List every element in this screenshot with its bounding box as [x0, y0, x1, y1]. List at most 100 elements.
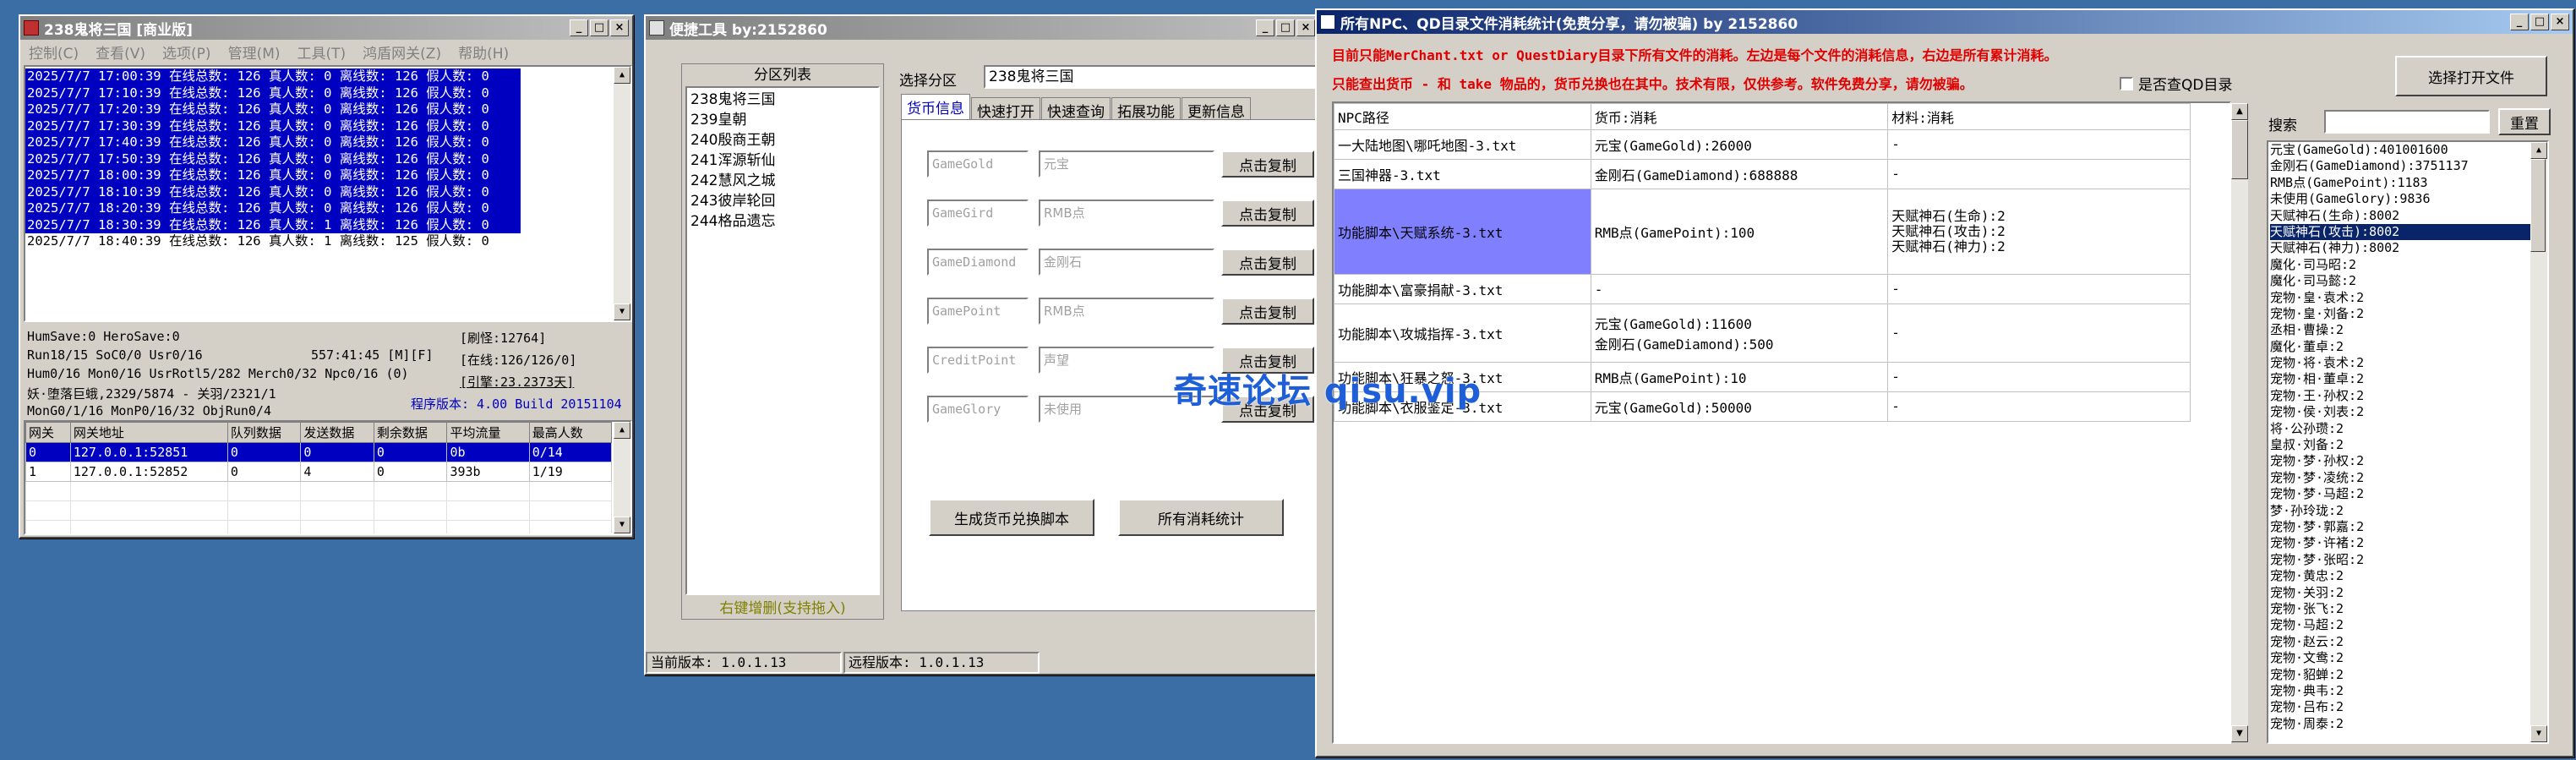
total-item[interactable]: 天赋神石(生命):8002 — [2270, 208, 2547, 224]
total-item[interactable]: 天赋神石(神力):8002 — [2270, 240, 2547, 256]
gateway-header[interactable]: 平均流量 — [446, 422, 530, 443]
log-line[interactable]: 2025/7/7 17:30:39 在线总数: 126 真人数: 0 离线数: … — [25, 118, 521, 134]
tab-item[interactable]: 货币信息 — [901, 94, 970, 119]
menu-item[interactable]: 工具(T) — [297, 41, 347, 63]
close-icon[interactable]: × — [2551, 14, 2569, 30]
minimize-icon[interactable]: _ — [570, 19, 588, 36]
log-line[interactable]: 2025/7/7 18:20:39 在线总数: 126 真人数: 0 离线数: … — [25, 200, 521, 217]
log-line[interactable]: 2025/7/7 17:10:39 在线总数: 126 真人数: 0 离线数: … — [25, 85, 521, 101]
total-item[interactable]: 宠物·相·董卓:2 — [2270, 371, 2547, 387]
currency-name-field[interactable]: RMB点 — [1039, 200, 1214, 227]
gateway-row[interactable]: 1 127.0.0.1:52852 0 4 0 393b 1/19 — [25, 462, 613, 482]
total-item[interactable]: 宠物·王·孙权:2 — [2270, 388, 2547, 404]
scroll-down-icon[interactable]: ▼ — [2530, 725, 2547, 742]
menu-item[interactable]: 控制(C) — [29, 41, 79, 63]
total-item[interactable]: 梦·孙玲珑:2 — [2270, 503, 2547, 519]
copy-button[interactable]: 点击复制 — [1221, 249, 1314, 276]
maximize-icon[interactable]: □ — [2530, 14, 2549, 30]
zone-item[interactable]: 242慧风之城 — [690, 171, 875, 191]
total-item[interactable]: 丞相·曹操:2 — [2270, 322, 2547, 338]
gateway-header[interactable]: 网关地址 — [69, 422, 228, 443]
total-item[interactable]: 宠物·张飞:2 — [2270, 601, 2547, 617]
zone-item[interactable]: 243彼岸轮回 — [690, 191, 875, 211]
log-line[interactable]: 2025/7/7 17:00:39 在线总数: 126 真人数: 0 离线数: … — [25, 68, 521, 85]
menu-item[interactable]: 管理(M) — [228, 41, 281, 63]
log-line[interactable]: 2025/7/7 17:40:39 在线总数: 126 真人数: 0 离线数: … — [25, 134, 521, 151]
total-item[interactable]: 宠物·梦·马超:2 — [2270, 486, 2547, 502]
npc-row[interactable]: 功能脚本\天赋系统-3.txt RMB点(GamePoint):100 天赋神石(生… — [1334, 189, 2191, 275]
scroll-up-icon[interactable]: ▲ — [614, 67, 630, 84]
total-item[interactable]: 魔化·司马昭:2 — [2270, 257, 2547, 273]
log-line[interactable]: 2025/7/7 18:00:39 在线总数: 126 真人数: 0 离线数: … — [25, 167, 521, 184]
total-item[interactable]: 皇叔·刘备:2 — [2270, 437, 2547, 453]
npc-row[interactable]: 一大陆地图\哪吒地图-3.txt 元宝(GameGold):26000 - — [1334, 129, 2191, 160]
scroll-up-icon[interactable]: ▲ — [2231, 103, 2248, 120]
currency-name-field[interactable]: 元宝 — [1039, 150, 1214, 178]
npc-scrollbar[interactable]: ▲ ▼ — [2231, 103, 2248, 742]
currency-name-field[interactable]: 金刚石 — [1039, 249, 1214, 276]
totals-scrollbar[interactable]: ▲ ▼ — [2530, 142, 2547, 742]
npc-row[interactable]: 三国神器-3.txt 金刚石(GameDiamond):688888 - — [1334, 159, 2191, 189]
menu-item[interactable]: 帮助(H) — [458, 41, 509, 63]
zone-list[interactable]: 238鬼将三国 239皇朝 240殷商王朝 241浑源斩仙 242慧风之城 243彼岸轮回… — [685, 86, 880, 595]
copy-button[interactable]: 点击复制 — [1221, 200, 1314, 227]
currency-code-field[interactable]: GameDiamond — [927, 249, 1029, 276]
qd-checkbox-row[interactable]: 是否查QD目录 — [2120, 73, 2232, 94]
stats-titlebar[interactable]: 所有NPC、QD目录文件消耗统计(免费分享，请勿被骗) by 2152860 _… — [1317, 10, 2573, 34]
close-icon[interactable]: × — [1296, 19, 1315, 36]
maximize-icon[interactable]: □ — [590, 19, 609, 36]
total-item[interactable]: RMB点(GamePoint):1183 — [2270, 175, 2547, 191]
minimize-icon[interactable]: _ — [2510, 14, 2529, 30]
total-item[interactable]: 魔化·董卓:2 — [2270, 339, 2547, 355]
gateway-scrollbar[interactable]: ▲ ▼ — [614, 422, 630, 533]
tool-titlebar[interactable]: 便捷工具 by:2152860 _ □ × — [646, 16, 1318, 40]
gateway-table[interactable]: 网关 网关地址 队列数据 发送数据 剩余数据 平均流量 最高人数 0 127.0.0.1:528… — [24, 420, 632, 535]
gateway-row[interactable]: 0 127.0.0.1:52851 0 0 0 0b 0/14 — [25, 442, 613, 462]
total-item[interactable]: 宠物·关羽:2 — [2270, 585, 2547, 601]
all-stats-button[interactable]: 所有消耗统计 — [1118, 499, 1284, 536]
maximize-icon[interactable]: □ — [1276, 19, 1295, 36]
log-line[interactable]: 2025/7/7 18:10:39 在线总数: 126 真人数: 0 离线数: … — [25, 183, 521, 200]
tab-item[interactable]: 快速查询 — [1041, 97, 1111, 121]
qd-checkbox[interactable] — [2120, 76, 2133, 90]
gateway-header[interactable]: 网关 — [25, 422, 71, 443]
currency-code-field[interactable]: CreditPoint — [927, 347, 1029, 374]
currency-code-field[interactable]: GameGold — [927, 150, 1029, 178]
total-item[interactable]: 宠物·文鸯:2 — [2270, 650, 2547, 666]
menu-item[interactable]: 选项(P) — [162, 41, 211, 63]
log-scrollbar[interactable]: ▲ ▼ — [614, 67, 630, 320]
log-list[interactable]: 2025/7/7 17:00:39 在线总数: 126 真人数: 0 离线数: … — [24, 65, 632, 322]
total-item[interactable]: 天赋神石(攻击):8002 — [2270, 223, 2532, 241]
tab-item[interactable]: 拓展功能 — [1111, 97, 1181, 121]
total-item[interactable]: 宠物·梦·凌统:2 — [2270, 470, 2547, 486]
generate-script-button[interactable]: 生成货币兑换脚本 — [929, 499, 1094, 536]
npc-header[interactable]: 货币:消耗 — [1590, 103, 1889, 130]
total-item[interactable]: 宠物·黄忠:2 — [2270, 568, 2547, 584]
total-item[interactable]: 宠物·貂蝉:2 — [2270, 667, 2547, 683]
total-item[interactable]: 宠物·梦·许褚:2 — [2270, 535, 2547, 551]
log-line[interactable]: 2025/7/7 17:20:39 在线总数: 126 真人数: 0 离线数: … — [25, 101, 521, 118]
copy-button[interactable]: 点击复制 — [1221, 298, 1314, 325]
zone-item[interactable]: 244格品遗忘 — [690, 211, 875, 232]
total-item[interactable]: 宠物·梦·郭嘉:2 — [2270, 519, 2547, 535]
npc-header[interactable]: 材料:消耗 — [1887, 103, 2191, 130]
total-item[interactable]: 将·公孙瓒:2 — [2270, 421, 2547, 437]
total-item[interactable]: 宠物·赵云:2 — [2270, 634, 2547, 650]
log-line[interactable]: 2025/7/7 18:40:39 在线总数: 126 真人数: 1 离线数: … — [25, 233, 630, 250]
total-item[interactable]: 宠物·皇·袁术:2 — [2270, 290, 2547, 306]
menu-item[interactable]: 鸿盾网关(Z) — [363, 41, 441, 63]
minimize-icon[interactable]: _ — [1256, 19, 1274, 36]
scroll-down-icon[interactable]: ▼ — [614, 303, 630, 320]
scroll-thumb[interactable] — [2231, 120, 2248, 179]
log-line[interactable]: 2025/7/7 17:50:39 在线总数: 126 真人数: 0 离线数: … — [25, 150, 521, 167]
currency-name-field[interactable]: RMB点 — [1039, 298, 1214, 325]
scroll-up-icon[interactable]: ▲ — [614, 422, 630, 439]
total-item[interactable]: 宠物·典韦:2 — [2270, 683, 2547, 699]
total-item[interactable]: 元宝(GameGold):401001600 — [2270, 142, 2547, 158]
scroll-thumb[interactable] — [2530, 159, 2546, 252]
total-item[interactable]: 宠物·将·袁术:2 — [2270, 355, 2547, 371]
open-file-button[interactable]: 选择打开文件 — [2395, 56, 2547, 96]
currency-code-field[interactable]: GameGird — [927, 200, 1029, 227]
totals-list[interactable]: 元宝(GameGold):401001600 金刚石(GameDiamond):3… — [2267, 140, 2549, 744]
tab-item[interactable]: 更新信息 — [1182, 97, 1251, 121]
